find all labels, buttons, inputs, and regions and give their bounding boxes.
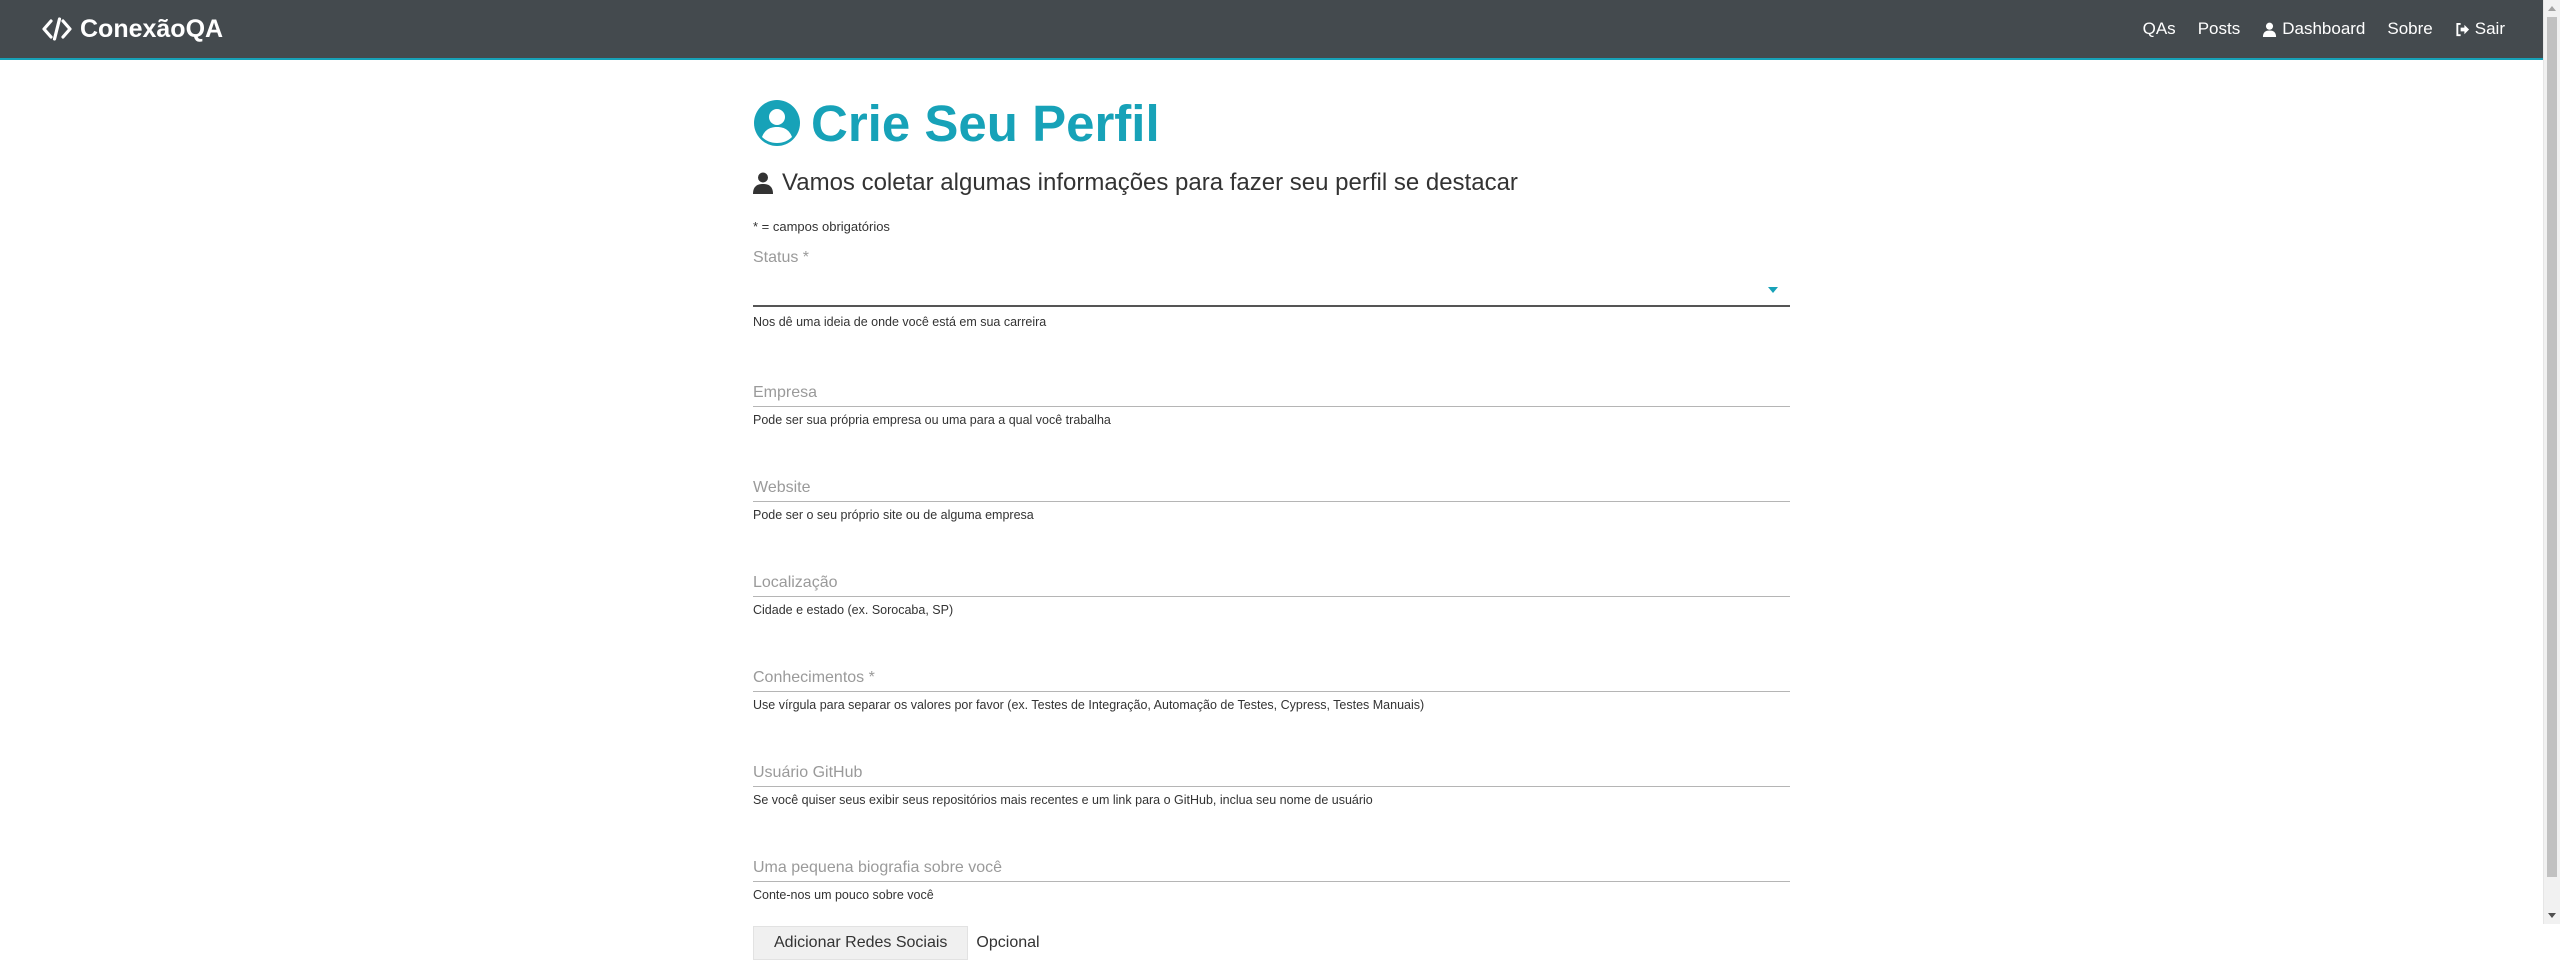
skills-input[interactable] [753,665,1790,692]
chevron-down-icon[interactable] [1768,287,1778,293]
website-field: Website Pode ser o seu próprio site ou d… [753,475,1790,522]
status-help: Nos dê uma ideia de onde você está em su… [753,315,1047,329]
company-help: Pode ser sua própria empresa ou uma para… [753,413,1111,427]
company-label: Empresa [753,384,818,401]
user-icon [2263,22,2277,37]
scroll-thumb[interactable] [2547,17,2557,877]
user-icon [753,172,773,194]
add-social-networks-button[interactable]: Adicionar Redes Sociais [753,926,969,960]
location-help: Cidade e estado (ex. Sorocaba, SP) [753,603,954,617]
code-icon [42,17,72,41]
github-username-input[interactable] [753,760,1790,787]
status-field: Status * Nos dê uma ideia de onde você e… [753,249,1790,329]
location-input[interactable] [753,570,1790,597]
page-lead: Vamos coletar algumas informações para f… [753,169,1790,197]
nav-link-dashboard-label: Dashboard [2282,19,2366,38]
location-field: Localização Cidade e estado (ex. Sorocab… [753,570,1790,617]
status-label: Status * [753,249,810,266]
nav-link-logout-label: Sair [2474,19,2505,38]
main-content: Crie Seu Perfil Vamos coletar algumas in… [753,60,1790,960]
brand-label: ConexãoQA [80,14,224,43]
brand-link[interactable]: ConexãoQA [42,13,223,45]
page-title-text: Crie Seu Perfil [811,94,1160,152]
website-input[interactable] [753,475,1790,502]
social-actions: Adicionar Redes Sociais Opcional [753,926,1790,960]
github-help: Se você quiser seus exibir seus repositó… [753,793,1373,807]
status-select[interactable] [753,267,1790,307]
nav-link-logout[interactable]: Sair [2455,19,2505,39]
website-label: Website [753,479,811,496]
github-label: Usuário GitHub [753,764,863,781]
user-circle-icon [754,100,800,146]
skills-field: Conhecimentos * Use vírgula para separar… [753,665,1790,712]
nav-link-qas[interactable]: QAs [2143,19,2176,39]
nav-links: QAs Posts Dashboard Sobre Sair [2143,0,2505,58]
bio-label: Uma pequena biografia sobre você [753,859,1003,876]
sign-out-icon [2456,22,2469,36]
page-title: Crie Seu Perfil [753,94,1790,152]
scroll-up-arrow-icon[interactable] [2548,6,2556,11]
company-field: Empresa Pode ser sua própria empresa ou … [753,380,1790,427]
page-lead-text: Vamos coletar algumas informações para f… [782,169,1518,196]
optional-label: Opcional [976,934,1040,951]
nav-link-posts[interactable]: Posts [2198,19,2241,39]
skills-label: Conhecimentos * [753,669,875,686]
bio-help: Conte-nos um pouco sobre você [753,888,934,902]
nav-link-dashboard[interactable]: Dashboard [2262,19,2365,39]
nav-link-about[interactable]: Sobre [2387,19,2432,39]
navbar: ConexãoQA QAs Posts Dashboard Sobre Sair [0,0,2543,60]
skills-help: Use vírgula para separar os valores por … [753,698,1425,712]
website-help: Pode ser o seu próprio site ou de alguma… [753,508,1034,522]
location-label: Localização [753,574,838,591]
bio-field: Uma pequena biografia sobre você Conte-n… [753,855,1790,902]
scroll-down-arrow-icon[interactable] [2548,913,2556,918]
required-fields-note: * = campos obrigatórios [753,219,890,234]
company-input[interactable] [753,380,1790,407]
page-scrollbar[interactable] [2543,0,2560,924]
github-field: Usuário GitHub Se você quiser seus exibi… [753,760,1790,807]
